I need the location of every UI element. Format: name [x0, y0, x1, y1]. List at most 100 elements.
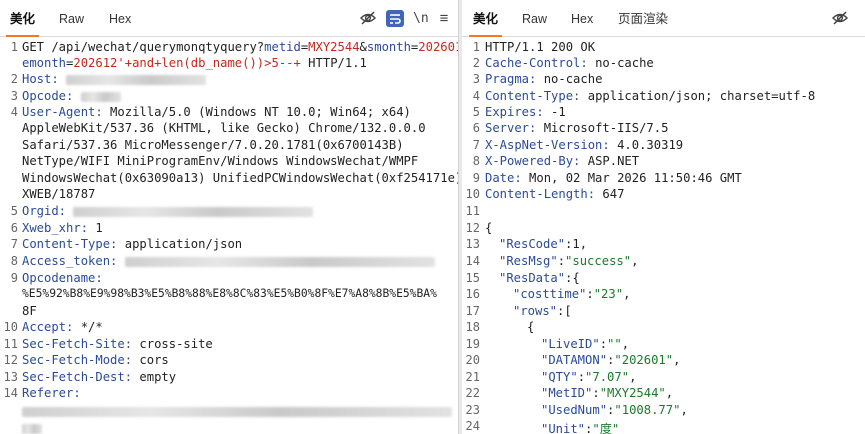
redacted-value: [124, 256, 435, 267]
redacted-value: [22, 406, 452, 417]
request-line: GET /api/wechat/querymonqtyquery?metid=M…: [22, 40, 458, 54]
line-number: 1: [10, 40, 18, 54]
line-number: 3: [10, 89, 18, 103]
line-number: 8: [472, 154, 480, 168]
line-number: 5: [472, 105, 480, 119]
header-orgid: Orgid:: [22, 204, 314, 218]
line-number: 20: [465, 353, 480, 367]
header-host: Host:: [22, 72, 207, 86]
json-liveid: "LiveID":"",: [541, 337, 630, 351]
header-referer-cont: [22, 404, 452, 418]
header-referer-cont: [22, 421, 42, 434]
line-number: 6: [472, 121, 480, 135]
header-content-length: Content-Length: 647: [485, 187, 625, 201]
tab-hex[interactable]: Hex: [109, 0, 131, 36]
tab-pretty[interactable]: 美化: [468, 0, 503, 37]
header-powered-by: X-Powered-By: ASP.NET: [485, 154, 640, 168]
json-qty: "QTY":"7.07",: [541, 370, 637, 384]
json-metid: "MetID":"MXY2544",: [541, 386, 674, 400]
header-user-agent-cont: Safari/537.36 MicroMessenger/7.0.20.1781…: [22, 138, 404, 152]
request-line-cont: emonth=202612'+and+len(db_name())>5--+ H…: [22, 56, 367, 70]
header-sec-fetch-dest: Sec-Fetch-Dest: empty: [22, 370, 177, 384]
header-sec-fetch-site: Sec-Fetch-Site: cross-site: [22, 337, 213, 351]
header-sec-fetch-mode: Sec-Fetch-Mode: cors: [22, 353, 169, 367]
redacted-value: [80, 91, 121, 102]
header-opcodename-cont: %E5%92%B8%E9%98%B3%E5%B8%88%E8%8C%83%E5%…: [22, 287, 437, 300]
line-number: 4: [472, 89, 480, 103]
wrap-icon[interactable]: [386, 10, 404, 27]
header-access-token: Access_token:: [22, 254, 435, 268]
response-editor[interactable]: 1 HTTP/1.1 200 OK 2 Cache-Control: no-ca…: [462, 38, 865, 434]
line-number: 2: [472, 56, 480, 70]
line-number: 18: [465, 320, 480, 334]
header-cache-control: Cache-Control: no-cache: [485, 56, 654, 70]
line-number: 9: [472, 171, 480, 185]
header-pragma: Pragma: no-cache: [485, 72, 603, 86]
header-date: Date: Mon, 02 Mar 2026 11:50:46 GMT: [485, 171, 742, 185]
tab-hex[interactable]: Hex: [571, 0, 593, 36]
json-usednum: "UsedNum":"1008.77",: [541, 403, 688, 417]
line-number: 17: [465, 304, 480, 318]
request-tabbar: 美化 Raw Hex \n ≡: [0, 0, 458, 37]
newline-icon[interactable]: \n: [413, 10, 429, 27]
header-user-agent-cont: AppleWebKit/537.36 (KHTML, like Gecko) C…: [22, 121, 426, 135]
line-number: 8: [10, 254, 18, 268]
line-number: 14: [3, 386, 18, 400]
header-referer: Referer:: [22, 386, 81, 400]
line-number: 7: [472, 138, 480, 152]
line-number: 1: [472, 40, 480, 54]
json-datamon: "DATAMON":"202601",: [541, 353, 681, 367]
tab-render[interactable]: 页面渲染: [618, 0, 668, 36]
eye-off-icon[interactable]: [359, 10, 377, 27]
line-number: 9: [10, 271, 18, 285]
header-user-agent: User-Agent: Mozilla/5.0 (Windows NT 10.0…: [22, 105, 411, 119]
line-number: 6: [10, 221, 18, 235]
json-brace: {: [485, 221, 493, 235]
header-opcode: Opcode:: [22, 89, 121, 103]
redacted-value: [22, 423, 42, 434]
line-number: 16: [465, 287, 480, 301]
menu-icon[interactable]: ≡: [437, 10, 451, 27]
request-pane: 美化 Raw Hex \n ≡ 1 GET /api/wechat/querym…: [0, 0, 458, 434]
json-unit: "Unit":"度": [541, 422, 620, 434]
line-number: 7: [10, 237, 18, 251]
header-aspnet-version: X-AspNet-Version: 4.0.30319: [485, 138, 684, 152]
tab-pretty[interactable]: 美化: [5, 0, 40, 37]
header-expires: Expires: -1: [485, 105, 566, 119]
line-number: 10: [3, 320, 18, 334]
redacted-value: [73, 206, 314, 217]
header-server: Server: Microsoft-IIS/7.5: [485, 121, 669, 135]
header-opcodename: Opcodename:: [22, 271, 103, 285]
line-number: 23: [465, 403, 480, 417]
line-number: 13: [465, 237, 480, 251]
line-number: 15: [465, 271, 480, 285]
tab-raw[interactable]: Raw: [59, 0, 84, 36]
line-number: 10: [465, 187, 480, 201]
line-number: 19: [465, 337, 480, 351]
tab-raw[interactable]: Raw: [522, 0, 547, 36]
header-accept: Accept: */*: [22, 320, 103, 334]
header-content-type: Content-Type: application/json: [22, 237, 243, 251]
request-editor[interactable]: 1 GET /api/wechat/querymonqtyquery?metid…: [0, 38, 458, 434]
json-costtime: "costtime":"23",: [513, 287, 631, 301]
eye-off-icon[interactable]: [831, 10, 849, 27]
line-number: 21: [465, 370, 480, 384]
line-number: 22: [465, 386, 480, 400]
line-number: 4: [10, 105, 18, 119]
line-number: 24: [465, 419, 480, 433]
json-rescode: "ResCode":1,: [499, 237, 588, 251]
header-opcodename-cont: 8F: [22, 304, 37, 318]
response-tabbar: 美化 Raw Hex 页面渲染: [462, 0, 865, 37]
line-number: 2: [10, 72, 18, 86]
header-user-agent-cont: WindowsWechat(0x63090a13) UnifiedPCWindo…: [22, 171, 458, 185]
json-resdata: "ResData":{: [499, 271, 580, 285]
redacted-value: [66, 74, 207, 85]
header-user-agent-cont: NetType/WIFI MiniProgramEnv/Windows Wind…: [22, 154, 419, 168]
line-number: 12: [3, 353, 18, 367]
status-line: HTTP/1.1 200 OK: [485, 40, 596, 54]
line-number: 13: [3, 370, 18, 384]
header-content-type: Content-Type: application/json; charset=…: [485, 89, 816, 103]
line-number: 14: [465, 254, 480, 268]
json-resmsg: "ResMsg":"success",: [499, 254, 639, 268]
line-number: 11: [3, 337, 18, 351]
